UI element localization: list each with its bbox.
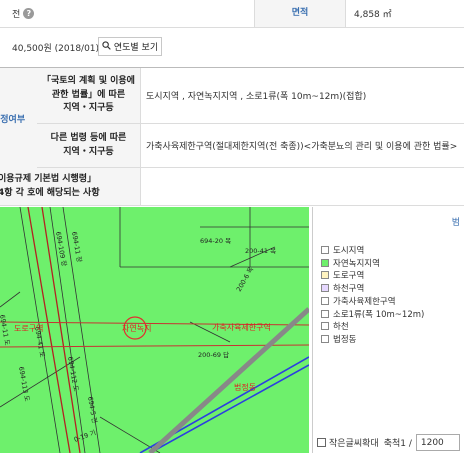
svg-text:694-113 도: 694-113 도 [17, 366, 31, 402]
area-value: 4,858 ㎡ [354, 10, 392, 20]
legend-item: 자연녹지지역 [321, 257, 380, 269]
info-row-price: 40,500원 (2018/01) [0, 28, 464, 68]
legend-label: 가축사육제한구역 [333, 296, 396, 307]
legend-swatch [321, 334, 329, 343]
scale-label: 축척1 / [383, 439, 412, 449]
svg-text:694-11 도: 694-11 도 [0, 314, 11, 346]
legend-item: 하천구역 [321, 282, 364, 294]
svg-text:법정동: 법정동 [234, 382, 256, 392]
legend-label: 법정동 [333, 334, 357, 345]
legend-label: 하천구역 [333, 284, 365, 295]
scale-input[interactable]: 1200 [415, 434, 460, 451]
legend-label: 도시지역 [333, 246, 365, 256]
legend-header: 범 [451, 218, 460, 228]
land-category-value: 전 [12, 10, 21, 20]
legend-swatch [321, 271, 329, 280]
law1-value: 도시지역 , 자연녹지지역 , 소로1류(폭 10m~12m)(접합) [146, 92, 367, 102]
legend-swatch [321, 296, 329, 305]
cadastral-map[interactable]: 694-20 목 200-41 목 200-69 답 200-6 목 694-1… [0, 207, 309, 453]
year-view-button[interactable]: 연도별 보기 [98, 37, 162, 56]
land-category: 전 ? [12, 0, 35, 27]
legend-item: 법정동 [321, 333, 356, 345]
svg-text:694-11 장: 694-11 장 [70, 231, 84, 263]
zoning-row-law2: 다른 법령 등에 따른 지역・지구등 가축사육제한구역(절대제한지역(전 축종)… [37, 124, 464, 168]
scale-control: 작은글씨확대 축척1 / 1200 [317, 434, 460, 451]
legend-item: 가축사육제한구역 [321, 295, 396, 307]
search-icon [102, 40, 111, 53]
legend-label: 도로구역 [333, 271, 365, 282]
zoning-row-law1: 「국토의 계획 및 이용에 관한 법률」에 따른 지역・지구등 도시지역 , 자… [0, 68, 464, 124]
enforcement-row: 이용규제 기본법 시행령」 4항 각 호에 해당되는 사항 [0, 168, 464, 206]
designation-label: 지정여부 [0, 68, 37, 168]
legend-item: 소로1류(폭 10m~12m) [321, 308, 424, 320]
law1-label: 「국토의 계획 및 이용에 관한 법률」에 따른 지역・지구등 [37, 68, 140, 123]
svg-text:가축사육제한구역: 가축사육제한구역 [212, 322, 271, 332]
help-icon[interactable]: ? [23, 8, 35, 19]
area-label: 면적 [255, 0, 345, 27]
legend-swatch [321, 322, 329, 331]
legend-item: 도로구역 [321, 269, 364, 281]
enforcement-label: 이용규제 기본법 시행령」 4항 각 호에 해당되는 사항 [0, 168, 140, 205]
info-row-category: 전 ? 면적 4,858 ㎡ [0, 0, 464, 28]
legend-label: 소로1류(폭 10m~12m) [333, 309, 425, 320]
enlarge-text-label: 작은글씨확대 [329, 439, 379, 449]
enlarge-text-checkbox[interactable] [317, 438, 326, 447]
legend-item: 하천 [321, 320, 349, 332]
official-price: 40,500원 (2018/01) [12, 44, 100, 54]
legend-swatch [321, 284, 329, 293]
map-legend: 범 도시지역자연녹지지역도로구역하천구역 가축사육제한구역소로1류(폭 10m~1… [312, 207, 464, 453]
legend-swatch [321, 246, 329, 254]
law2-label: 다른 법령 등에 따른 지역・지구등 [37, 124, 140, 167]
legend-item: 도시지역 [321, 244, 364, 256]
legend-label: 하천 [333, 322, 349, 333]
legend-swatch [321, 258, 329, 267]
svg-text:694-20 목: 694-20 목 [200, 237, 231, 245]
legend-label: 자연녹지지역 [333, 258, 380, 269]
svg-text:200-6 목: 200-6 목 [235, 266, 255, 293]
svg-text:도로구역: 도로구역 [14, 323, 43, 333]
svg-text:200-69 답: 200-69 답 [198, 351, 229, 359]
legend-swatch [321, 309, 329, 318]
svg-text:자연녹지: 자연녹지 [122, 324, 151, 333]
law2-value: 가축사육제한구역(절대제한지역(전 축종))<가축분뇨의 관리 및 이용에 관한… [146, 142, 458, 152]
svg-text:200-41 목: 200-41 목 [245, 247, 276, 255]
year-view-label: 연도별 보기 [113, 43, 159, 53]
svg-text:694-5 전: 694-5 전 [86, 396, 100, 424]
